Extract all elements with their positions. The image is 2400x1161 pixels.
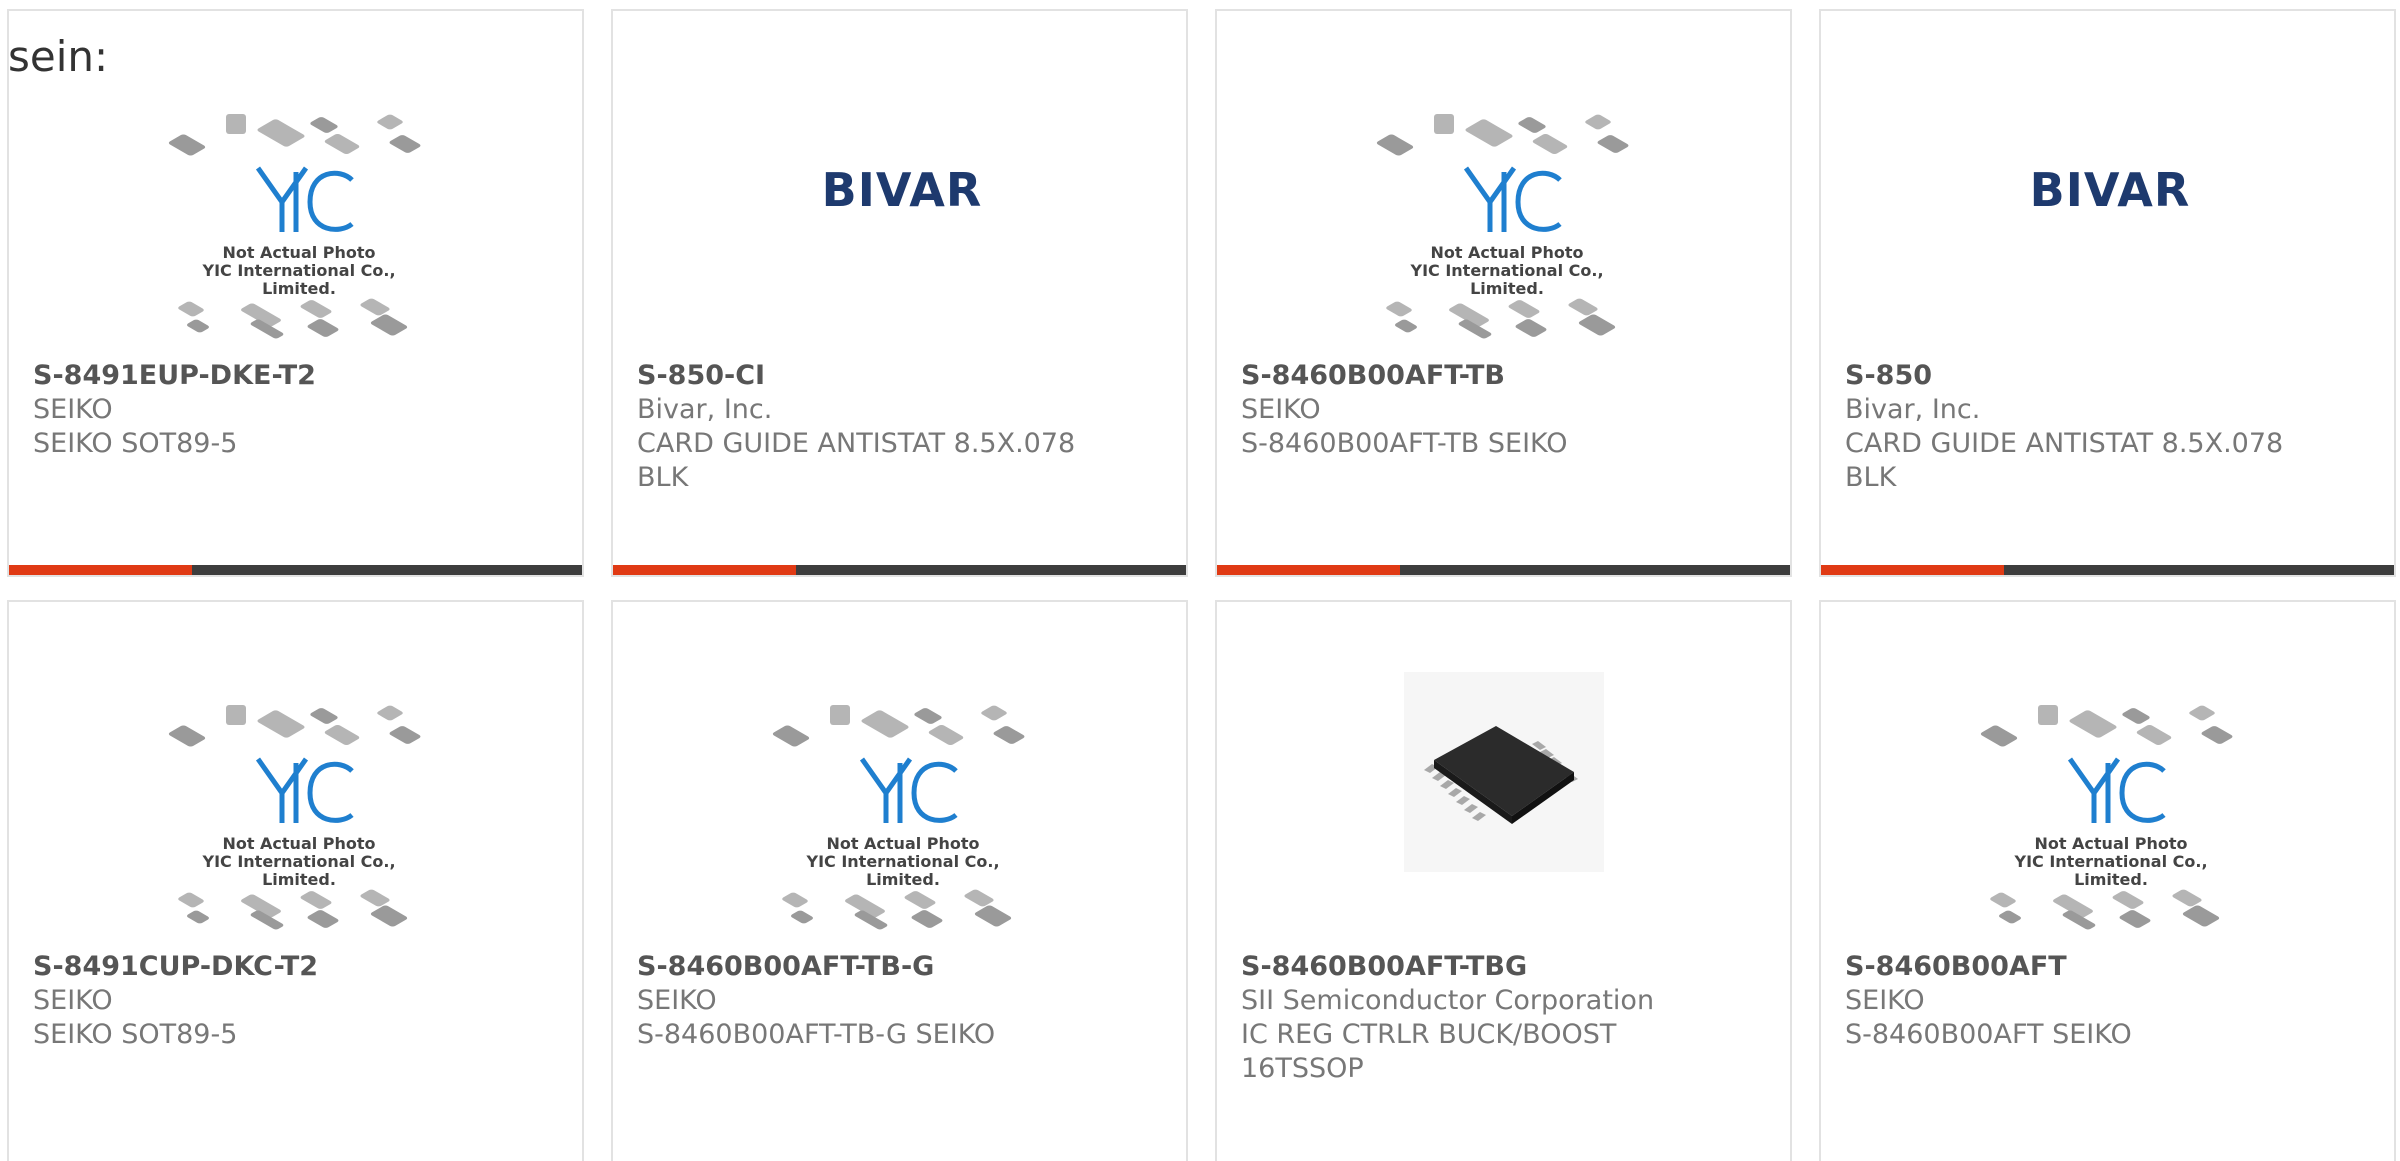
- card-bottom-bar: [1821, 565, 2394, 575]
- product-manufacturer: SEIKO: [637, 985, 717, 1016]
- card-accent-bar: [9, 565, 192, 575]
- product-manufacturer: SEIKO: [1241, 394, 1321, 425]
- tssop-chip-icon: [1424, 726, 1578, 824]
- product-info: S-8460B00AFT-TBG SII Semiconductor Corpo…: [1241, 950, 1741, 1086]
- product-info: S-850-CI Bivar, Inc. CARD GUIDE ANTISTAT…: [637, 359, 1137, 495]
- placeholder-image: Not Actual Photo YIC International Co., …: [768, 697, 1038, 937]
- bivar-logo-icon: BIVAR: [822, 166, 983, 212]
- yic-logo-icon: [255, 757, 354, 823]
- card-accent-bar: [1217, 565, 1400, 575]
- product-image[interactable]: BIVAR: [613, 11, 1186, 351]
- product-description: CARD GUIDE ANTISTAT 8.5X.078 BLK: [1845, 428, 2284, 493]
- product-card[interactable]: BIVAR S-850-CI Bivar, Inc. CARD GUIDE AN…: [611, 9, 1188, 577]
- product-card[interactable]: S-8460B00AFT-TBG SII Semiconductor Corpo…: [1215, 600, 1792, 1161]
- card-bottom-bar: [1217, 565, 1790, 575]
- product-card[interactable]: Not Actual Photo YIC International Co., …: [7, 9, 584, 577]
- product-part-number[interactable]: S-8491EUP-DKE-T2: [33, 359, 533, 393]
- product-description: SEIKO SOT89-5: [33, 1019, 238, 1050]
- product-description: SEIKO SOT89-5: [33, 428, 238, 459]
- product-part-number[interactable]: S-8491CUP-DKC-T2: [33, 950, 533, 984]
- placeholder-caption-line1: Not Actual Photo: [2034, 834, 2188, 853]
- placeholder-caption-line2: YIC International Co., Limited.: [1410, 261, 1604, 298]
- bivar-logo-icon: BIVAR: [2030, 166, 2191, 212]
- placeholder-caption-line2: YIC International Co., Limited.: [202, 852, 396, 889]
- product-card[interactable]: BIVAR S-850 Bivar, Inc. CARD GUIDE ANTIS…: [1819, 9, 2396, 577]
- placeholder-caption-line1: Not Actual Photo: [826, 834, 980, 853]
- product-card[interactable]: Not Actual Photo YIC International Co., …: [1819, 600, 2396, 1161]
- product-image[interactable]: BIVAR: [1821, 11, 2394, 351]
- product-description: S-8460B00AFT SEIKO: [1845, 1019, 2132, 1050]
- yic-logo-icon: [859, 757, 958, 823]
- product-part-number[interactable]: S-8460B00AFT-TB-G: [637, 950, 1137, 984]
- product-info: S-850 Bivar, Inc. CARD GUIDE ANTISTAT 8.…: [1845, 359, 2345, 495]
- product-image[interactable]: Not Actual Photo YIC International Co., …: [9, 602, 582, 942]
- product-image[interactable]: Not Actual Photo YIC International Co., …: [1821, 602, 2394, 942]
- placeholder-image: Not Actual Photo YIC International Co., …: [1976, 697, 2246, 937]
- product-info: S-8460B00AFT-TB SEIKO S-8460B00AFT-TB SE…: [1241, 359, 1741, 461]
- placeholder-caption-line1: Not Actual Photo: [222, 834, 376, 853]
- placeholder-caption-line1: Not Actual Photo: [222, 243, 376, 262]
- product-part-number[interactable]: S-8460B00AFT: [1845, 950, 2345, 984]
- product-image[interactable]: Not Actual Photo YIC International Co., …: [1217, 11, 1790, 351]
- product-part-number[interactable]: S-850: [1845, 359, 2345, 393]
- product-info: S-8491EUP-DKE-T2 SEIKO SEIKO SOT89-5: [33, 359, 533, 461]
- product-description: CARD GUIDE ANTISTAT 8.5X.078 BLK: [637, 428, 1076, 493]
- product-manufacturer: Bivar, Inc.: [1845, 394, 1981, 425]
- card-accent-bar: [1821, 565, 2004, 575]
- placeholder-image: Not Actual Photo YIC International Co., …: [1372, 106, 1642, 346]
- leading-text: sein:: [8, 32, 109, 81]
- product-image[interactable]: [1217, 602, 1790, 942]
- placeholder-image: Not Actual Photo YIC International Co., …: [164, 697, 434, 937]
- yic-logo-icon: [2067, 757, 2166, 823]
- placeholder-caption-line1: Not Actual Photo: [1430, 243, 1584, 262]
- tssop-chip-photo: [1404, 672, 1604, 872]
- page: sein: Not Actual Photo YIC International…: [0, 0, 2400, 1161]
- product-card[interactable]: Not Actual Photo YIC International Co., …: [1215, 9, 1792, 577]
- product-manufacturer: SEIKO: [33, 985, 113, 1016]
- card-bottom-bar: [613, 565, 1186, 575]
- product-manufacturer: SEIKO: [33, 394, 113, 425]
- placeholder-caption-line2: YIC International Co., Limited.: [202, 261, 396, 298]
- product-part-number[interactable]: S-8460B00AFT-TBG: [1241, 950, 1741, 984]
- product-image[interactable]: Not Actual Photo YIC International Co., …: [613, 602, 1186, 942]
- placeholder-caption-line2: YIC International Co., Limited.: [806, 852, 1000, 889]
- placeholder-image: Not Actual Photo YIC International Co., …: [164, 106, 434, 346]
- bivar-logo-text: BIVAR: [822, 166, 983, 212]
- product-manufacturer: Bivar, Inc.: [637, 394, 773, 425]
- product-card[interactable]: Not Actual Photo YIC International Co., …: [7, 600, 584, 1161]
- product-part-number[interactable]: S-8460B00AFT-TB: [1241, 359, 1741, 393]
- product-description: IC REG CTRLR BUCK/BOOST 16TSSOP: [1241, 1019, 1617, 1084]
- placeholder-caption-line2: YIC International Co., Limited.: [2014, 852, 2208, 889]
- product-manufacturer: SEIKO: [1845, 985, 1925, 1016]
- product-description: S-8460B00AFT-TB-G SEIKO: [637, 1019, 996, 1050]
- yic-logo-icon: [1463, 166, 1562, 232]
- yic-logo-icon: [255, 166, 354, 232]
- product-description: S-8460B00AFT-TB SEIKO: [1241, 428, 1568, 459]
- product-info: S-8491CUP-DKC-T2 SEIKO SEIKO SOT89-5: [33, 950, 533, 1052]
- product-card[interactable]: Not Actual Photo YIC International Co., …: [611, 600, 1188, 1161]
- product-grid: Not Actual Photo YIC International Co., …: [0, 0, 2400, 1161]
- card-accent-bar: [613, 565, 796, 575]
- product-part-number[interactable]: S-850-CI: [637, 359, 1137, 393]
- product-manufacturer: SII Semiconductor Corporation: [1241, 985, 1655, 1016]
- card-bottom-bar: [9, 565, 582, 575]
- product-info: S-8460B00AFT SEIKO S-8460B00AFT SEIKO: [1845, 950, 2345, 1052]
- product-info: S-8460B00AFT-TB-G SEIKO S-8460B00AFT-TB-…: [637, 950, 1137, 1052]
- bivar-logo-text: BIVAR: [2030, 166, 2191, 212]
